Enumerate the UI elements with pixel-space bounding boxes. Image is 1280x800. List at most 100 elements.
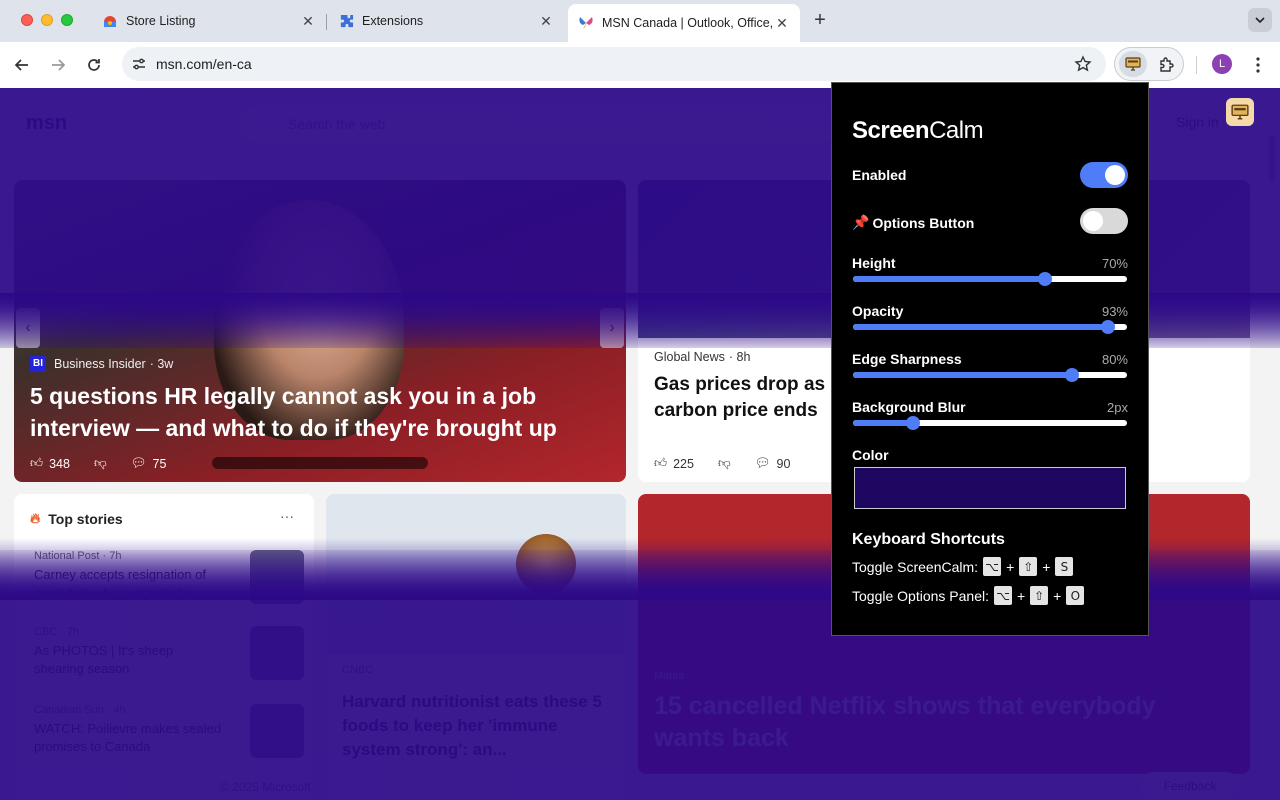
msn-butterfly-icon [578,15,594,31]
options-button-row: 📌 Options Button [852,214,974,231]
article-headline[interactable]: Gas prices drop as carbon price ends [654,372,844,424]
zoom-window-button[interactable] [61,14,73,26]
minimize-window-button[interactable] [41,14,53,26]
shortcut-label: Toggle Options Panel: [852,587,989,604]
options-button-toggle[interactable] [1080,208,1128,234]
brand-light: Calm [929,117,984,144]
article-card-nutrition[interactable]: CNBC Harvard nutritionist eats these 5 f… [326,494,626,800]
source-name[interactable]: Global News [654,350,725,364]
list-item[interactable]: National Post · 7h Carney accepts resign… [34,550,304,610]
profile-avatar[interactable]: L [1212,54,1232,74]
edge-sharpness-slider[interactable] [853,368,1127,382]
scrollbar-thumb[interactable] [1269,136,1275,182]
article-source: Mania [654,670,684,682]
msn-logo[interactable]: msn [26,112,67,135]
tab-title: Store Listing [126,14,196,28]
slider-thumb[interactable] [1037,272,1052,286]
enabled-toggle[interactable] [1080,162,1128,188]
tab-msn[interactable]: MSN Canada | Outlook, Office, Skype ✕ [568,4,800,42]
carousel-prev-button[interactable]: ‹ [16,308,40,348]
list-item[interactable]: Canadian Sun · 4h WATCH: Poilievre makes… [34,704,304,764]
story-thumbnail [250,626,304,680]
opacity-slider[interactable] [853,320,1127,334]
background-blur-value: 2px [1107,400,1128,415]
article-age: · 3w [149,357,174,371]
screencalm-options-button[interactable] [1226,98,1254,126]
article-reactions: 👍︎ 348 👎︎ 💬︎ 75 [30,456,166,471]
background-blur-label: Background Blur [852,399,966,415]
thumbs-down-icon[interactable]: 👎︎ [718,456,731,471]
tab-extensions[interactable]: Extensions ✕ [328,6,564,36]
article-headline[interactable]: Harvard nutritionist eats these 5 foods … [342,690,602,762]
tab-close-icon[interactable]: ✕ [538,13,554,29]
pushpin-icon: 📌 [852,214,870,230]
extensions-group [1114,47,1184,81]
hero-article-card[interactable]: ‹ › BI Business Insider · 3w 5 questions… [14,180,626,482]
bookmark-star-icon[interactable] [1074,55,1092,78]
story-title[interactable]: As PHOTOS | It's sheep shearing season [34,642,224,678]
tab-close-icon[interactable]: ✕ [300,13,316,29]
tab-strip: Store Listing ✕ Extensions ✕ MSN Canada … [0,0,1280,42]
comment-icon[interactable]: 💬︎ [131,456,147,471]
edge-sharpness-label: Edge Sharpness [852,351,962,367]
like-count: 348 [49,456,70,471]
list-item[interactable]: CBC · 7h As PHOTOS | It's sheep shearing… [34,626,304,686]
slider-fill [853,324,1108,330]
slider-thumb[interactable] [1100,320,1115,334]
site-info-icon[interactable] [122,56,156,72]
monitor-icon [1231,104,1249,120]
thumbs-down-icon[interactable]: 👎︎ [94,456,107,471]
sign-in-link[interactable]: Sign in [1176,114,1219,130]
opacity-label: Opacity [852,303,904,319]
close-window-button[interactable] [21,14,33,26]
tab-separator [326,14,327,30]
tab-close-icon[interactable]: ✕ [774,15,790,31]
carousel-pagination[interactable] [212,457,428,469]
forward-button[interactable] [46,53,70,77]
article-source: BI Business Insider · 3w [30,356,173,372]
feedback-button[interactable]: Feedback [1140,772,1240,800]
chrome-web-store-icon [102,13,118,29]
address-bar[interactable]: msn.com/en-ca [122,47,1106,81]
opacity-value: 93% [1101,304,1128,319]
web-search-input[interactable]: Search the web [240,106,840,142]
more-options-button[interactable]: ··· [280,508,294,524]
url-text: msn.com/en-ca [156,56,252,72]
toggle-knob [1105,165,1125,185]
footer-copyright: © 2025 Microsoft [220,780,311,794]
extensions-menu-button[interactable] [1155,53,1179,77]
article-source: CNBC [342,664,374,676]
page-scrollbar[interactable] [1268,90,1276,798]
toolbar-divider [1196,56,1197,74]
story-title[interactable]: Carney accepts resignation of candidate … [34,566,224,602]
article-source: Global News · 8h [654,350,750,364]
screencalm-extension-button[interactable] [1119,51,1147,77]
height-label: Height [852,255,896,271]
slider-thumb[interactable] [1065,368,1080,382]
business-insider-logo: BI [30,356,46,372]
tab-store-listing[interactable]: Store Listing ✕ [92,6,326,36]
story-title[interactable]: WATCH: Poilievre makes sealed promises t… [34,720,224,756]
height-slider[interactable] [853,272,1127,286]
back-button[interactable] [10,53,34,77]
comment-icon[interactable]: 💬︎ [755,456,771,471]
background-blur-slider[interactable] [853,416,1127,430]
thumbs-up-icon[interactable]: 👍︎ [654,456,667,471]
article-headline[interactable]: 15 cancelled Netflix shows that everybod… [654,690,1214,754]
carousel-next-button[interactable]: › [600,308,624,348]
coffee-cup-image [516,534,576,594]
slider-thumb[interactable] [906,416,921,430]
article-headline[interactable]: 5 questions HR legally cannot ask you in… [30,380,590,444]
thumbs-up-icon[interactable]: 👍︎ [30,456,43,471]
source-name[interactable]: Business Insider [54,357,146,371]
tab-search-button[interactable] [1248,8,1272,32]
color-picker[interactable] [854,467,1126,509]
article-image [326,494,626,654]
height-value: 70% [1101,256,1128,271]
top-stories-title: Top stories [48,510,123,527]
browser-menu-button[interactable] [1248,53,1268,77]
enabled-label: Enabled [852,167,907,183]
comment-count: 90 [776,456,791,471]
new-tab-button[interactable]: + [808,8,832,32]
reload-button[interactable] [82,53,106,77]
